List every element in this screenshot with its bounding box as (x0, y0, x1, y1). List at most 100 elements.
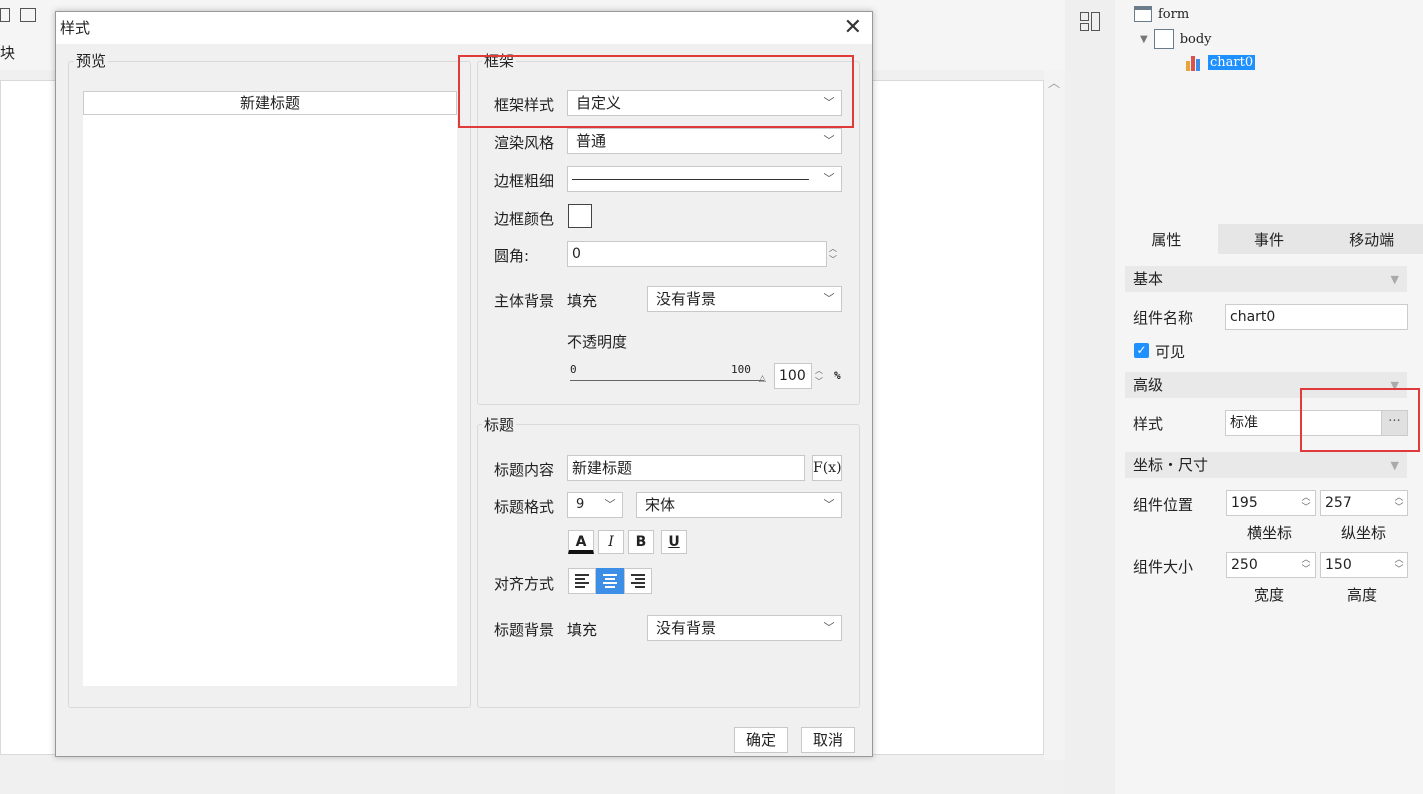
width-caption: 宽度 (1254, 586, 1285, 604)
height-spinner[interactable]: ︿ ﹀ (1390, 552, 1408, 578)
underline-button[interactable]: U (661, 530, 687, 554)
corner-label: 圆角: (494, 247, 530, 265)
bold-button[interactable]: B (628, 530, 654, 554)
align-center-button[interactable] (596, 568, 624, 594)
chevron-down-icon[interactable]: ﹀ (817, 493, 841, 517)
opacity-label: 不透明度 (567, 333, 628, 351)
section-advanced-title: 高级 (1133, 376, 1164, 394)
chevron-down-icon[interactable]: ﹀ (817, 616, 841, 640)
border-width-select[interactable]: ﹀ (567, 166, 842, 192)
align-left-button[interactable] (568, 568, 596, 594)
preview-chart-title: 新建标题 (83, 91, 457, 115)
height-caption: 高度 (1347, 586, 1378, 604)
component-name-input[interactable]: chart0 (1225, 304, 1408, 330)
preview-canvas: 新建标题 (83, 91, 457, 686)
property-tabs: 属性 事件 移动端 (1115, 224, 1423, 254)
tree-node-chart[interactable]: chart0 (1184, 53, 1256, 71)
title-content-label: 标题内容 (494, 461, 555, 479)
chevron-down-icon[interactable]: ﹀ (598, 493, 622, 517)
font-size-select[interactable]: 9 ﹀ (567, 492, 623, 518)
chevron-down-icon[interactable]: ﹀ (817, 287, 841, 311)
tree-node-form[interactable]: form (1134, 6, 1189, 22)
body-bg-value: 没有背景 (656, 290, 717, 308)
visible-label: 可见 (1155, 343, 1186, 361)
corner-spinner[interactable]: ︿ ﹀ (825, 241, 841, 267)
ok-button[interactable]: 确定 (734, 727, 788, 753)
collapse-arrow-icon[interactable]: ▼ (1140, 34, 1148, 45)
layout-icon[interactable] (1080, 12, 1102, 32)
title-format-label: 标题格式 (494, 498, 555, 516)
side-strip (1065, 0, 1115, 794)
toolbar-icon[interactable] (0, 8, 10, 22)
title-bg-fill-label: 填充 (567, 621, 598, 639)
tab-properties[interactable]: 属性 (1115, 224, 1218, 254)
title-bg-value: 没有背景 (656, 619, 717, 637)
title-bg-select[interactable]: 没有背景 ﹀ (647, 615, 842, 641)
highlight-box (458, 55, 854, 128)
font-size-value: 9 (576, 497, 585, 512)
tree-label-body: body (1179, 31, 1212, 47)
italic-button[interactable]: I (598, 530, 624, 554)
section-basic-title: 基本 (1133, 270, 1164, 288)
chevron-down-icon[interactable]: ▼ (1391, 453, 1399, 479)
dialog-title-bar: 样式 (56, 12, 872, 44)
chevron-down-icon[interactable]: ▼ (1391, 267, 1399, 293)
visible-checkbox[interactable]: ✓ (1134, 343, 1149, 358)
body-bg-select[interactable]: 没有背景 ﹀ (647, 286, 842, 312)
preview-group-title: 预览 (74, 50, 109, 71)
tree-label-chart: chart0 (1208, 54, 1256, 70)
form-icon (1134, 6, 1152, 22)
title-content-input[interactable]: 新建标题 (567, 455, 805, 481)
x-caption: 横坐标 (1247, 524, 1293, 542)
opacity-spinner[interactable]: ︿ ﹀ (811, 363, 827, 389)
font-name-select[interactable]: 宋体 ﹀ (636, 492, 842, 518)
size-label: 组件大小 (1133, 558, 1194, 576)
body-bg-label: 主体背景 (494, 292, 555, 310)
opacity-slider[interactable] (570, 380, 764, 381)
y-spinner[interactable]: ︿ ﹀ (1390, 490, 1408, 516)
border-color-swatch[interactable] (568, 204, 592, 228)
section-basic[interactable]: 基本 ▼ (1125, 266, 1407, 292)
tab-events[interactable]: 事件 (1218, 224, 1321, 254)
width-spinner[interactable]: ︿ ﹀ (1297, 552, 1315, 578)
corner-input[interactable]: 0 (567, 241, 827, 267)
opacity-input[interactable]: 100 (774, 363, 812, 389)
render-style-select[interactable]: 普通 ﹀ (567, 128, 842, 154)
tree-node-body[interactable]: ▼ body (1140, 29, 1212, 49)
opacity-unit: % (834, 369, 841, 382)
x-spinner[interactable]: ︿ ﹀ (1297, 490, 1315, 516)
tree-label-form: form (1158, 6, 1190, 22)
dialog-title: 样式 (60, 19, 91, 37)
title-group-title: 标题 (482, 414, 517, 435)
slider-max-label: 100 (731, 363, 751, 376)
align-label: 对齐方式 (494, 575, 555, 593)
toolbar-block-label: 块 (0, 44, 16, 62)
formula-button[interactable]: F(x) (812, 455, 842, 481)
chart-icon (1184, 53, 1202, 71)
border-width-label: 边框粗细 (494, 172, 555, 190)
scroll-up-icon[interactable]: ︿ (1048, 74, 1060, 91)
render-style-value: 普通 (576, 132, 607, 150)
tab-mobile[interactable]: 移动端 (1320, 224, 1423, 254)
style-dialog: 样式 ✕ 预览 新建标题 框架 框架样式 自定义 ﹀ 渲染风格 普通 ﹀ 边框粗… (55, 11, 873, 757)
vertical-scrollbar[interactable] (1044, 70, 1065, 760)
body-icon (1153, 29, 1174, 49)
body-bg-fill-label: 填充 (567, 292, 598, 310)
chevron-down-icon[interactable]: ﹀ (817, 129, 841, 153)
title-bg-label: 标题背景 (494, 621, 555, 639)
render-style-label: 渲染风格 (494, 134, 555, 152)
section-coords[interactable]: 坐标・尺寸 ▼ (1125, 452, 1407, 478)
align-right-button[interactable] (624, 568, 652, 594)
component-name-label: 组件名称 (1133, 309, 1194, 327)
border-line-sample (572, 179, 809, 180)
close-icon[interactable]: ✕ (844, 14, 862, 42)
font-name-value: 宋体 (645, 496, 676, 514)
slider-handle-icon[interactable]: △ (759, 374, 766, 384)
font-color-button[interactable]: A (568, 530, 594, 554)
section-coords-title: 坐标・尺寸 (1133, 456, 1209, 474)
cancel-button[interactable]: 取消 (801, 727, 855, 753)
grid-icon[interactable] (20, 8, 36, 22)
chevron-down-icon[interactable]: ﹀ (817, 167, 841, 191)
position-label: 组件位置 (1133, 496, 1194, 514)
style-label: 样式 (1133, 415, 1164, 433)
